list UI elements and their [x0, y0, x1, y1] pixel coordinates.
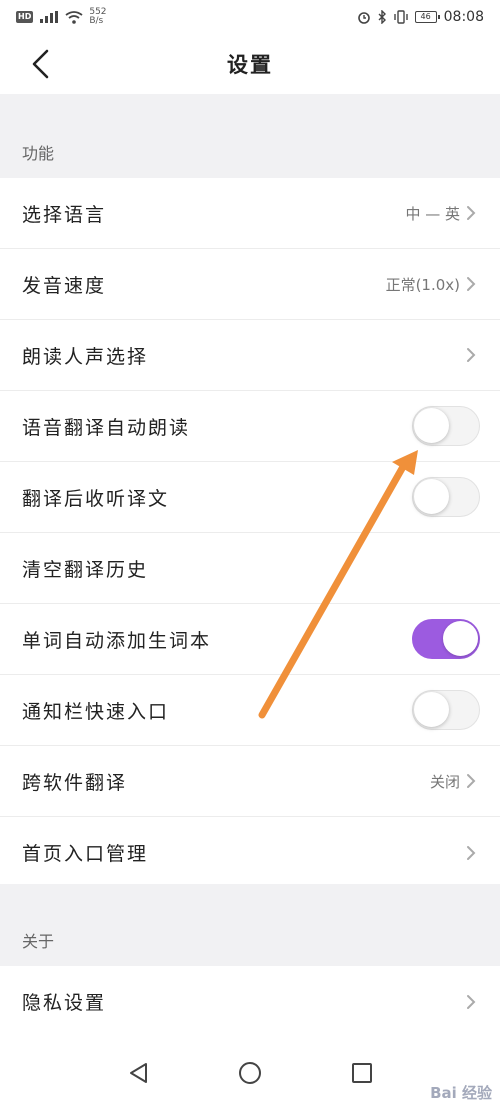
- row-label: 首页入口管理: [22, 843, 149, 865]
- chevron-right-icon: [467, 845, 476, 860]
- section-title: 关于: [22, 932, 55, 951]
- row-value: 中 — 英: [405, 204, 460, 223]
- row-auto-add-words: 单词自动添加生词本: [0, 604, 500, 675]
- row-label: 通知栏快速入口: [22, 700, 170, 723]
- notification-toggle[interactable]: [412, 690, 480, 730]
- chevron-right-icon: [467, 277, 476, 291]
- row-label: 朗读人声选择: [22, 345, 149, 368]
- row-value: 关闭: [429, 772, 460, 791]
- auto-add-words-toggle[interactable]: [412, 619, 480, 659]
- chevron-left-icon: [32, 49, 49, 79]
- watermark-logo: Bai 经验: [430, 1084, 492, 1102]
- alarm-icon: [357, 12, 370, 24]
- back-button[interactable]: [22, 46, 58, 82]
- net-speed-unit: B/s: [89, 16, 104, 26]
- vibrate-icon: [393, 10, 408, 24]
- toggle-knob: [443, 621, 478, 656]
- chevron-right-icon: [467, 994, 476, 1009]
- section-header-about: 关于: [0, 884, 500, 966]
- row-value: 正常(1.0x): [385, 275, 460, 294]
- row-select-language[interactable]: 选择语言 中 — 英: [0, 178, 500, 249]
- status-time: 08:08: [443, 9, 484, 25]
- toggle-knob: [414, 479, 449, 514]
- toggle-knob: [414, 408, 449, 443]
- row-voice-selection[interactable]: 朗读人声选择: [0, 320, 500, 391]
- row-label: 隐私设置: [22, 992, 107, 1014]
- section-header-functions: 功能: [0, 94, 500, 178]
- nav-recents-button[interactable]: [342, 1053, 382, 1093]
- toggle-knob: [414, 692, 449, 727]
- row-notification-entry: 通知栏快速入口: [0, 675, 500, 746]
- system-nav-bar: [0, 1035, 500, 1111]
- row-label: 单词自动添加生词本: [22, 629, 212, 652]
- row-cross-app-translate[interactable]: 跨软件翻译 关闭: [0, 746, 500, 817]
- row-auto-read: 语音翻译自动朗读: [0, 391, 500, 462]
- net-speed: 552 B/s: [89, 8, 106, 26]
- chevron-right-icon: [467, 206, 476, 220]
- app-header: 设置: [0, 34, 500, 94]
- section-title: 功能: [22, 144, 55, 163]
- circle-home-icon: [239, 1062, 261, 1084]
- triangle-back-icon: [130, 1063, 147, 1083]
- battery-icon: 46: [414, 11, 440, 23]
- bluetooth-icon: [378, 10, 386, 24]
- wifi-icon: [65, 10, 83, 24]
- chevron-right-icon: [467, 348, 476, 362]
- row-clear-history[interactable]: 清空翻译历史: [0, 533, 500, 604]
- page-title: 设置: [227, 53, 273, 77]
- row-label: 翻译后收听译文: [22, 487, 170, 510]
- row-home-entry-management[interactable]: 首页入口管理: [0, 817, 500, 888]
- chevron-right-icon: [467, 774, 476, 788]
- nav-home-button[interactable]: [230, 1053, 270, 1093]
- row-listen-after-translate: 翻译后收听译文: [0, 462, 500, 533]
- row-label: 语音翻译自动朗读: [22, 416, 191, 439]
- nav-back-button[interactable]: [118, 1053, 158, 1093]
- settings-list-functions: 选择语言 中 — 英 发音速度 正常(1.0x) 朗读人声选择 语音翻译自动朗读…: [0, 178, 500, 888]
- auto-read-toggle[interactable]: [412, 406, 480, 446]
- row-label: 选择语言: [22, 203, 107, 226]
- cell-signal-icon: [40, 11, 59, 23]
- listen-toggle[interactable]: [412, 477, 480, 517]
- row-privacy-settings[interactable]: 隐私设置: [0, 966, 500, 1037]
- row-label: 发音速度: [22, 274, 107, 297]
- settings-list-about: 隐私设置: [0, 966, 500, 1037]
- status-bar: HD 552 B/s 46 08:08: [0, 0, 500, 34]
- hd-badge: HD: [16, 11, 34, 23]
- row-label: 清空翻译历史: [22, 558, 149, 581]
- row-label: 跨软件翻译: [22, 771, 128, 794]
- square-recents-icon: [352, 1063, 372, 1083]
- status-left: HD 552 B/s: [16, 8, 107, 26]
- row-pronunciation-speed[interactable]: 发音速度 正常(1.0x): [0, 249, 500, 320]
- status-right: 46 08:08: [357, 9, 484, 25]
